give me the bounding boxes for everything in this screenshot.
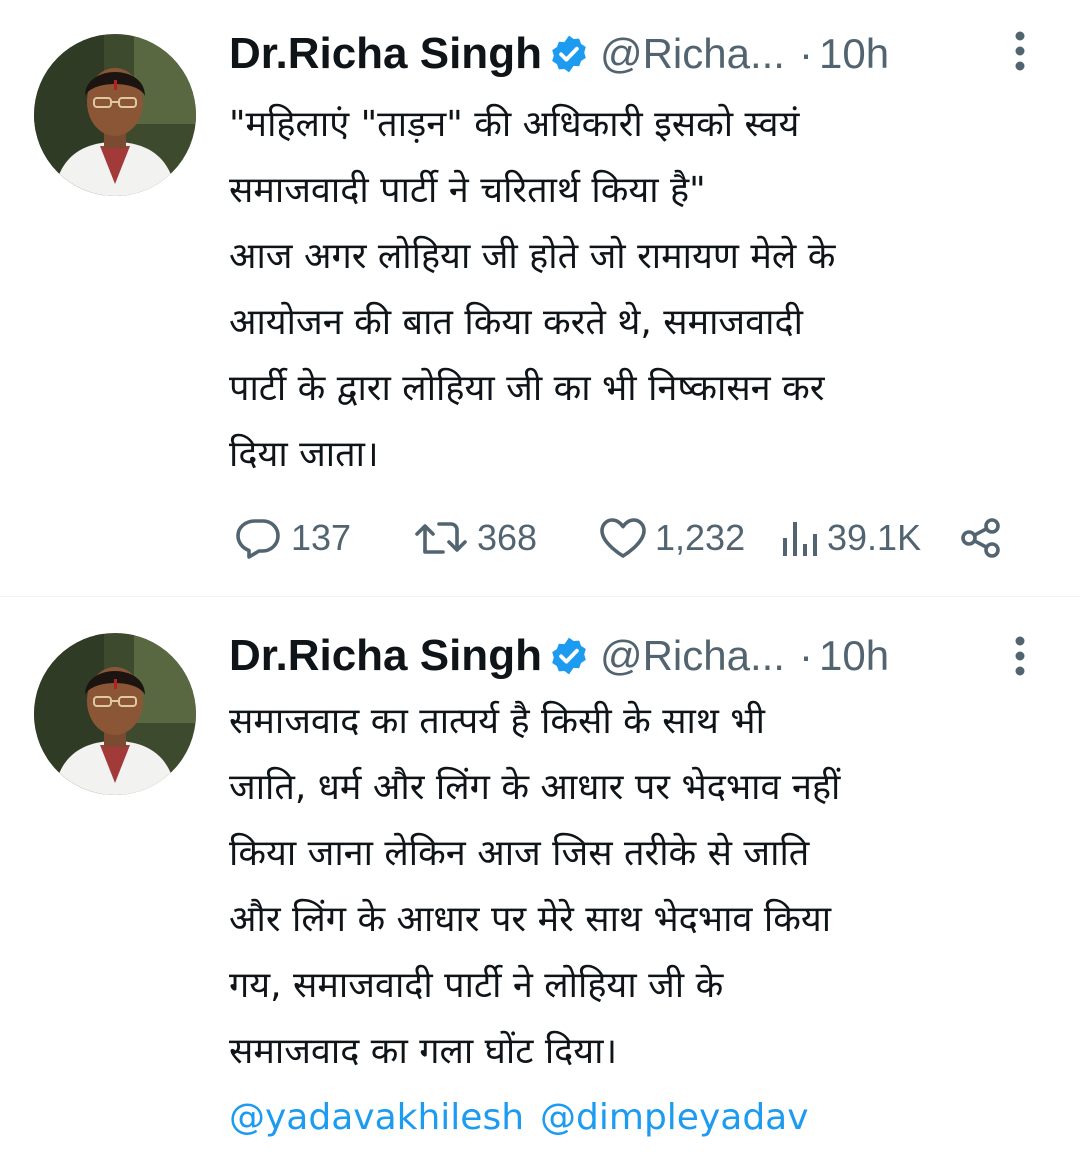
tweet-text-line: समाजवादी पार्टी ने चरितार्थ किया है" [229,170,706,211]
reply-icon [236,519,280,559]
timestamp[interactable]: 10h [819,632,889,680]
views-count: 39.1K [827,517,922,558]
tweet-text: समाजवाद का तात्पर्य है किसी के साथ भी जा… [229,689,1049,1151]
share-icon [961,518,1000,558]
reply-count: 137 [291,517,352,558]
verified-badge-icon [548,635,590,677]
more-vertical-icon[interactable] [1010,633,1030,679]
author-name[interactable]: Dr.Richa Singh [229,29,542,79]
like-count: 1,232 [655,517,746,558]
retweet-button[interactable]: 368 [411,508,537,568]
avatar[interactable] [34,633,196,795]
separator-dot: · [798,632,813,679]
more-vertical-icon[interactable] [1010,28,1030,74]
avatar[interactable] [34,34,196,196]
views-button[interactable]: 39.1K [777,508,921,568]
separator-dot: · [798,30,813,77]
share-button[interactable] [959,508,1009,568]
heart-icon [600,518,646,558]
tweet-text: "महिलाएं "ताड़न" की अधिकारी इसको स्वयं स… [229,92,1049,488]
retweet-icon [415,522,467,554]
tweet-text-line: समाजवाद का तात्पर्य है किसी के साथ भी [229,701,765,742]
tweet-text-line: आयोजन की बात किया करते थे, समाजवादी [229,302,803,343]
tweet-text-line: समाजवाद का गला घोंट दिया। [229,1031,618,1072]
tweet-header: Dr.Richa Singh @Richa... · 10h [229,624,1029,688]
tweet-text-line: और लिंग के आधार पर मेरे साथ भेदभाव किया [229,899,832,940]
author-name[interactable]: Dr.Richa Singh [229,631,542,681]
mention-link[interactable]: @dimpleyadav [540,1097,809,1138]
tweet-text-line: आज अगर लोहिया जी होते जो रामायण मेले के [229,236,836,277]
views-icon [783,522,817,556]
tweet-text-line: दिया जाता। [229,434,379,475]
tweet[interactable]: Dr.Richa Singh @Richa... · 10h "महिलाएं … [0,0,1080,596]
timestamp[interactable]: 10h [819,30,889,78]
mention-link[interactable]: @yadavakhilesh [229,1097,524,1138]
tweet-text-line: पार्टी के द्वारा लोहिया जी का भी निष्कास… [229,368,825,409]
mentions: @yadavakhilesh @dimpleyadav [229,1085,1049,1151]
tweet[interactable]: Dr.Richa Singh @Richa... · 10h समाजवाद क… [0,597,1080,1168]
verified-badge-icon [548,33,590,75]
tweet-actions: 137 368 1,232 39.1K [229,508,1029,568]
tweet-text-line: जाति, धर्म और लिंग के आधार पर भेदभाव नही… [229,767,841,808]
author-handle[interactable]: @Richa... [600,30,785,78]
tweet-header: Dr.Richa Singh @Richa... · 10h [229,22,1029,86]
like-button[interactable]: 1,232 [597,508,745,568]
retweet-count: 368 [477,517,538,558]
tweet-text-line: "महिलाएं "ताड़न" की अधिकारी इसको स्वयं [229,104,800,145]
reply-button[interactable]: 137 [233,508,351,568]
author-handle[interactable]: @Richa... [600,632,785,680]
tweet-text-line: गय, समाजवादी पार्टी ने लोहिया जी के [229,965,724,1006]
tweet-text-line: किया जाना लेकिन आज जिस तरीके से जाति [229,833,810,874]
